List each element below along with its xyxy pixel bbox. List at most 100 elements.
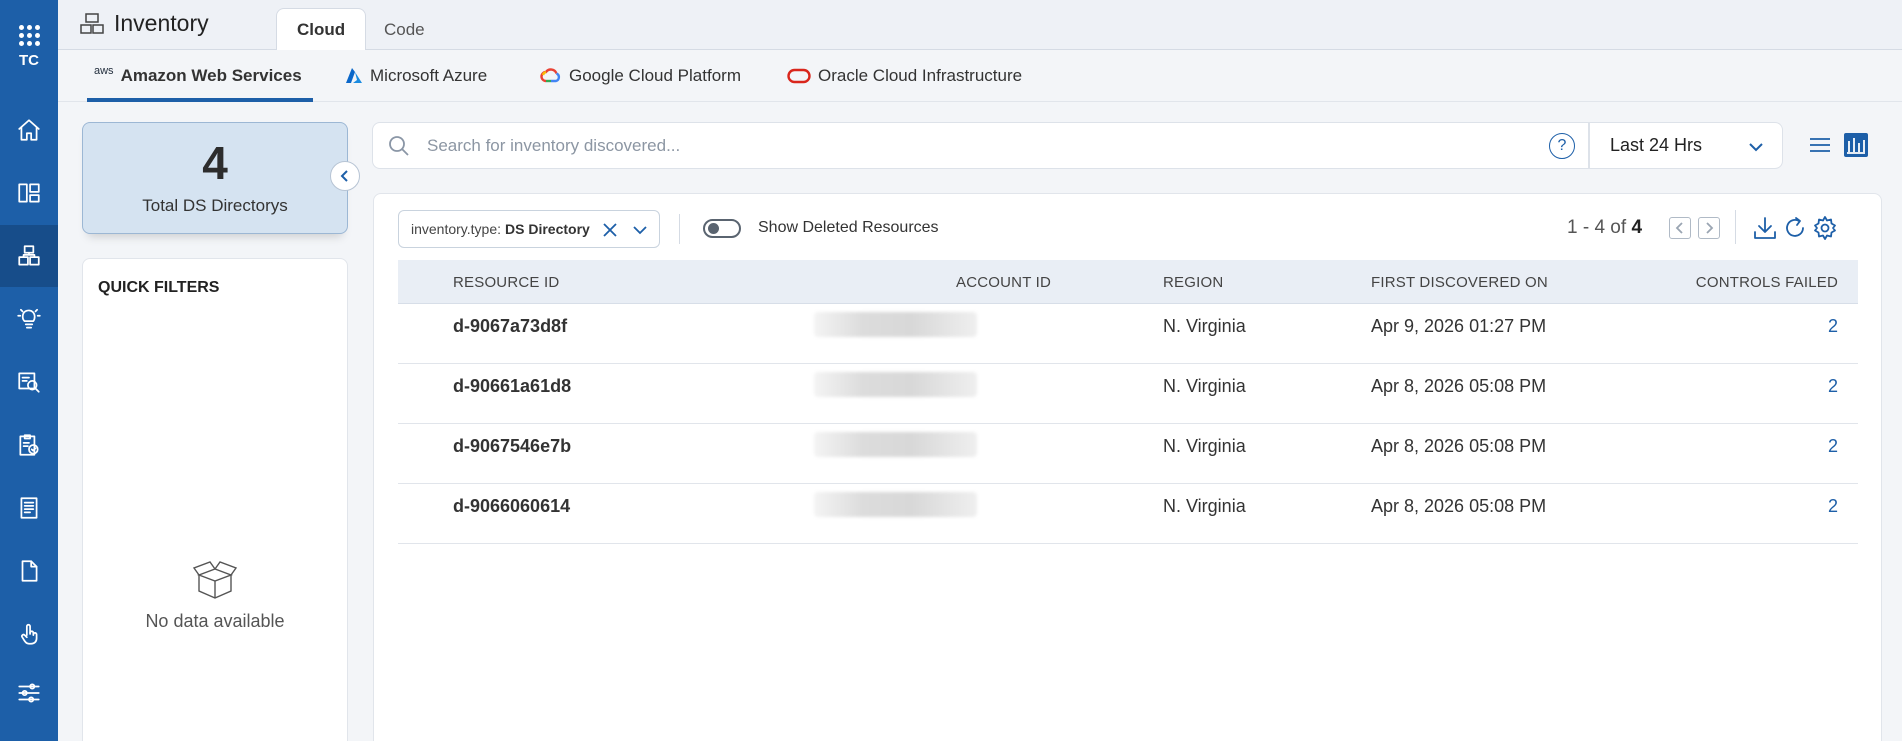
column-resource-id[interactable]: RESOURCE ID: [453, 274, 559, 291]
pagination-total: 4: [1631, 217, 1643, 238]
tab-code[interactable]: Code: [364, 8, 445, 51]
summary-card[interactable]: 4 Total DS Directorys: [82, 122, 348, 234]
column-controls-failed[interactable]: CONTROLS FAILED: [1696, 274, 1838, 291]
controls-failed-link[interactable]: 2: [1828, 376, 1838, 397]
rail-insights[interactable]: [0, 288, 58, 350]
provider-tab-aws[interactable]: aws Amazon Web Services: [87, 50, 313, 102]
provider-tab-azure[interactable]: Microsoft Azure: [345, 50, 487, 102]
rail-settings[interactable]: [0, 662, 58, 724]
table-row[interactable]: d-9067a73d8f N. Virginia Apr 9, 2026 01:…: [398, 304, 1858, 364]
provider-label: Oracle Cloud Infrastructure: [818, 66, 1023, 85]
filter-chip[interactable]: inventory.type: DS Directory: [398, 210, 660, 248]
controls-failed-link[interactable]: 2: [1828, 436, 1838, 457]
refresh-button[interactable]: [1782, 215, 1808, 241]
account-id-redacted: [814, 492, 977, 517]
provider-tabs: aws Amazon Web Services Microsoft Azure …: [58, 50, 1902, 102]
first-discovered: Apr 8, 2026 05:08 PM: [1371, 376, 1547, 396]
lightbulb-icon: [17, 308, 41, 329]
inventory-icon: [80, 12, 104, 34]
controls-failed-link[interactable]: 2: [1828, 496, 1838, 517]
column-region[interactable]: REGION: [1163, 274, 1223, 291]
resource-id[interactable]: d-90661a61d8: [453, 376, 571, 397]
inventory-icon: [18, 245, 40, 266]
provider-tab-gcp[interactable]: Google Cloud Platform: [540, 50, 741, 102]
search-inspect-icon: [18, 372, 40, 393]
search-bar: ?: [372, 122, 1589, 169]
inventory-table-panel: inventory.type: DS Directory Show Delete…: [373, 193, 1882, 741]
total-count: 4: [202, 137, 228, 189]
user-initials: TC: [19, 51, 39, 69]
prev-page-button[interactable]: [1669, 217, 1691, 239]
reports-icon: [20, 497, 38, 519]
provider-label: Microsoft Azure: [370, 66, 488, 85]
divider: [679, 214, 680, 244]
region: N. Virginia: [1163, 316, 1246, 336]
list-view-button[interactable]: [1808, 133, 1832, 157]
settings-sliders-icon: [18, 683, 40, 703]
page-title: Inventory: [114, 10, 209, 36]
region: N. Virginia: [1163, 436, 1246, 456]
column-account-id[interactable]: ACCOUNT ID: [956, 274, 1051, 291]
rail-compliance[interactable]: [0, 414, 58, 476]
resource-id[interactable]: d-9067546e7b: [453, 436, 571, 457]
azure-logo-icon: [346, 68, 362, 83]
refresh-icon: [1786, 217, 1804, 237]
resource-id[interactable]: d-9066060614: [453, 496, 570, 517]
filter-chip-value: DS Directory: [505, 221, 590, 237]
empty-box-icon: [192, 561, 238, 599]
provider-tab-oracle[interactable]: Oracle Cloud Infrastructure: [787, 50, 1022, 102]
chart-view-button[interactable]: [1844, 133, 1868, 157]
empty-text: No data available: [145, 611, 285, 631]
rail-inventory[interactable]: [0, 225, 58, 287]
tab-cloud[interactable]: Cloud: [276, 8, 367, 51]
rail-inspect[interactable]: [0, 351, 58, 413]
controls-failed-link[interactable]: 2: [1828, 316, 1838, 337]
next-page-button[interactable]: [1698, 217, 1720, 239]
app-title: Inventory: [80, 10, 209, 37]
search-input[interactable]: [427, 131, 1427, 161]
pagination-info: 1 - 4 of 4: [1567, 217, 1642, 239]
table-row[interactable]: d-9066060614 N. Virginia Apr 8, 2026 05:…: [398, 484, 1858, 544]
table-row[interactable]: d-9067546e7b N. Virginia Apr 8, 2026 05:…: [398, 424, 1858, 484]
show-deleted-toggle[interactable]: [703, 219, 741, 238]
rail-touch[interactable]: [0, 603, 58, 665]
bar-chart-icon: [1847, 138, 1865, 154]
download-button[interactable]: [1752, 215, 1778, 241]
account-id-redacted: [814, 372, 977, 397]
list-view-icon: [1810, 138, 1830, 152]
first-discovered: Apr 9, 2026 01:27 PM: [1371, 316, 1547, 336]
dashboard-icon: [18, 183, 40, 203]
chevron-right-icon: [1706, 222, 1714, 234]
empty-state: No data available: [83, 559, 347, 632]
rail-documents[interactable]: [0, 540, 58, 602]
region: N. Virginia: [1163, 376, 1246, 396]
close-icon[interactable]: [602, 222, 618, 238]
quick-filters-title: QUICK FILTERS: [98, 279, 220, 296]
provider-label: Google Cloud Platform: [569, 66, 741, 85]
quick-filters-panel: QUICK FILTERS No data available: [82, 258, 348, 741]
rail-dashboard[interactable]: [0, 162, 58, 224]
search-icon: [387, 134, 411, 158]
oracle-logo-icon: [787, 68, 811, 84]
collapse-panel-button[interactable]: [330, 161, 360, 191]
apps-grid-icon: [18, 24, 40, 46]
region: N. Virginia: [1163, 496, 1246, 516]
resource-id[interactable]: d-9067a73d8f: [453, 316, 567, 337]
column-first-discovered[interactable]: FIRST DISCOVERED ON: [1371, 274, 1548, 291]
provider-label: Amazon Web Services: [120, 66, 302, 85]
table-row[interactable]: d-90661a61d8 N. Virginia Apr 8, 2026 05:…: [398, 364, 1858, 424]
first-discovered: Apr 8, 2026 05:08 PM: [1371, 436, 1547, 456]
rail-home[interactable]: [0, 99, 58, 161]
time-range-value: Last 24 Hrs: [1610, 135, 1703, 155]
chevron-down-icon: [1749, 143, 1763, 152]
table-header: RESOURCE ID ACCOUNT ID REGION FIRST DISC…: [398, 260, 1858, 304]
show-deleted-label: Show Deleted Resources: [758, 219, 939, 236]
help-icon[interactable]: ?: [1549, 133, 1575, 159]
touch-hand-icon: [21, 624, 38, 645]
rail-reports[interactable]: [0, 477, 58, 539]
chevron-down-icon[interactable]: [632, 222, 648, 238]
time-range-select[interactable]: Last 24 Hrs: [1589, 122, 1783, 169]
app-switcher[interactable]: TC: [0, 0, 58, 93]
chevron-left-icon: [1675, 222, 1683, 234]
settings-button[interactable]: [1812, 215, 1838, 241]
